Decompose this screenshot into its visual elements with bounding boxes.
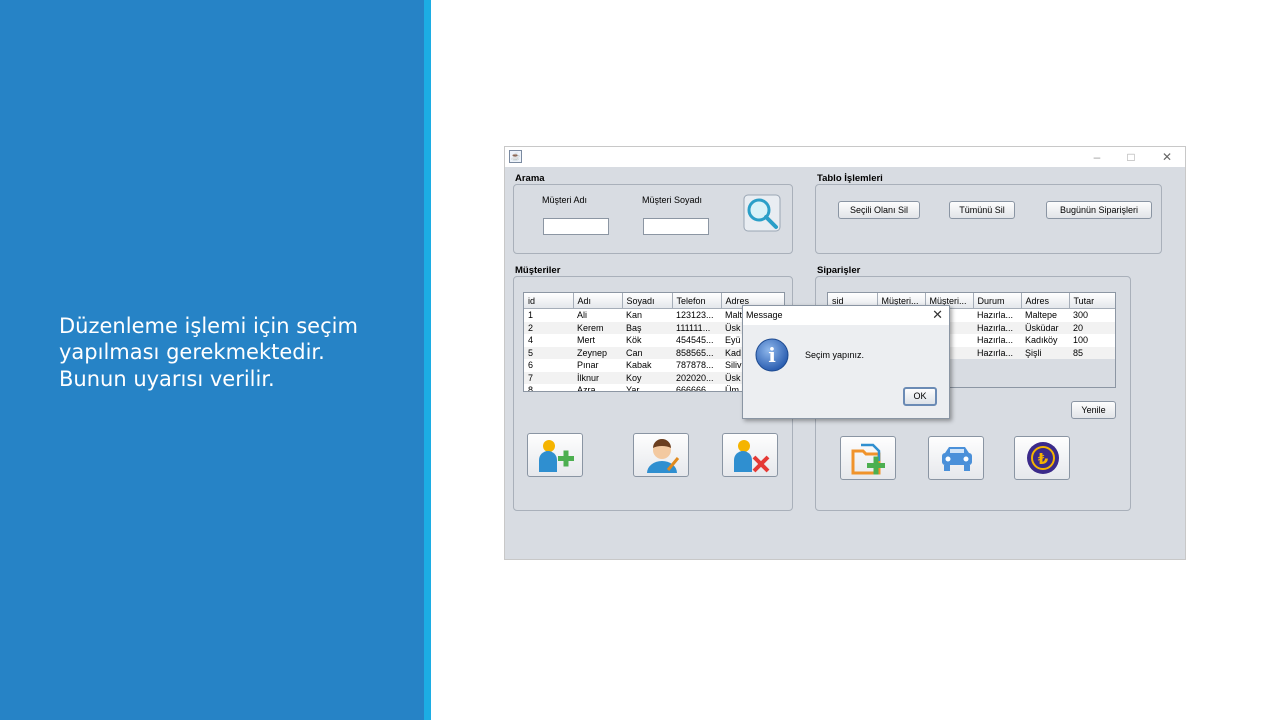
edit-user-icon: [647, 439, 680, 473]
java-icon: ☕: [509, 150, 522, 163]
orders-section-title: Siparişler: [817, 265, 861, 276]
table-cell: Üsküdar: [1021, 321, 1069, 334]
table-cell: Maltepe: [1025, 310, 1058, 321]
magnifier-icon: [743, 194, 781, 232]
table-cell: 858565...: [672, 346, 721, 359]
ok-button[interactable]: OK: [903, 387, 937, 406]
slide-text-line: Düzenleme işlemi için seçim: [59, 314, 358, 338]
table-cell: 666666...: [676, 385, 714, 392]
table-cell: Koy: [622, 371, 672, 384]
minimize-button[interactable]: –: [1083, 149, 1111, 165]
table-cell: Kabak: [626, 360, 652, 371]
table-cell: Baş: [622, 321, 672, 334]
table-cell: Hazırla...: [977, 335, 1014, 346]
first-name-label: Müşteri Adı: [542, 195, 588, 205]
column-header[interactable]: Durum: [973, 293, 1022, 309]
table-cell: 123123...: [676, 310, 714, 321]
table-cell: 5: [524, 346, 573, 359]
table-cell: Yar: [626, 385, 640, 392]
table-cell: Hazırla...: [977, 310, 1014, 321]
table-ops-panel: [815, 184, 1162, 254]
table-cell: Mert: [577, 335, 595, 346]
maximize-button[interactable]: □: [1117, 149, 1145, 165]
table-ops-section-title: Tablo İşlemleri: [817, 173, 883, 184]
slide-text: Düzenleme işlemi için seçim yapılması ge…: [59, 313, 399, 392]
info-icon: i: [755, 338, 789, 372]
table-cell: Şişli: [1021, 346, 1069, 359]
table-cell: 300: [1073, 310, 1089, 321]
table-cell: 202020...: [672, 371, 721, 384]
table-cell: Azra: [577, 385, 596, 392]
svg-text:i: i: [768, 343, 776, 367]
add-order-button[interactable]: [840, 436, 896, 480]
last-name-input[interactable]: [643, 218, 709, 235]
table-cell: Kan: [626, 310, 643, 321]
add-customer-button[interactable]: [527, 433, 583, 477]
first-name-input[interactable]: [543, 218, 609, 235]
dialog-close-button[interactable]: ✕: [932, 307, 943, 323]
table-cell: 1: [528, 310, 534, 321]
table-cell: Zeynep: [573, 346, 622, 359]
table-cell: 6: [528, 360, 534, 371]
table-cell: Hazırla...: [973, 321, 1021, 334]
delivery-car-icon: [942, 447, 972, 471]
table-cell: Kadıköy: [1025, 335, 1058, 346]
table-cell: 454545...: [676, 335, 714, 346]
delete-all-button[interactable]: Tümünü Sil: [949, 201, 1015, 219]
table-cell: 111111...: [672, 321, 721, 334]
delivery-button[interactable]: [928, 436, 984, 480]
search-button[interactable]: [743, 194, 781, 232]
todays-orders-button[interactable]: Bugünün Siparişleri: [1046, 201, 1152, 219]
table-cell: 4: [528, 335, 534, 346]
slide-text-line: Bunun uyarısı verilir.: [59, 366, 275, 391]
table-cell: 7: [524, 371, 573, 384]
edit-customer-button[interactable]: [633, 433, 689, 477]
slide-text-line: yapılması gerekmektedir.: [59, 340, 325, 365]
column-header[interactable]: Tutar: [1069, 293, 1115, 309]
table-cell: 20: [1069, 321, 1115, 334]
slide-accent-stripe: [424, 0, 431, 720]
delete-selected-button[interactable]: Seçili Olanı Sil: [838, 201, 920, 219]
column-header[interactable]: id: [524, 293, 574, 309]
search-section-title: Arama: [515, 173, 545, 184]
payment-button[interactable]: ₺: [1014, 436, 1070, 480]
delete-user-icon: [734, 440, 770, 473]
svg-text:₺: ₺: [1038, 450, 1049, 468]
delete-customer-button[interactable]: [722, 433, 778, 477]
refresh-button[interactable]: Yenile: [1071, 401, 1116, 419]
table-cell: 2: [524, 321, 573, 334]
last-name-label: Müşteri Soyadı: [642, 195, 703, 205]
table-cell: Kök: [626, 335, 642, 346]
add-user-icon: [539, 440, 574, 472]
table-cell: 787878...: [676, 360, 714, 371]
customers-section-title: Müşteriler: [515, 265, 561, 276]
dialog-titlebar: Message ✕: [743, 306, 949, 325]
table-cell: Ali: [577, 310, 588, 321]
table-cell: 8: [528, 385, 534, 392]
table-cell: Hazırla...: [973, 346, 1021, 359]
dialog-message: Seçim yapınız.: [805, 350, 865, 360]
window-titlebar: ☕ – □ ✕: [505, 147, 1185, 167]
table-cell: 85: [1069, 346, 1115, 359]
close-window-button[interactable]: ✕: [1153, 149, 1181, 165]
table-cell: Kerem: [573, 321, 622, 334]
add-order-icon: [851, 443, 885, 475]
table-cell: Pınar: [577, 360, 599, 371]
column-header[interactable]: Adres: [1021, 293, 1070, 309]
payment-icon: ₺: [1027, 442, 1059, 474]
dialog-title: Message: [746, 310, 783, 320]
table-cell: 100: [1073, 335, 1089, 346]
column-header[interactable]: Telefon: [672, 293, 722, 309]
table-cell: Can: [622, 346, 672, 359]
table-cell: İlknur: [573, 371, 622, 384]
column-header[interactable]: Soyadı: [622, 293, 673, 309]
column-header[interactable]: Adı: [573, 293, 623, 309]
message-dialog: Message ✕ i Seçim yapınız. OK: [742, 305, 950, 419]
